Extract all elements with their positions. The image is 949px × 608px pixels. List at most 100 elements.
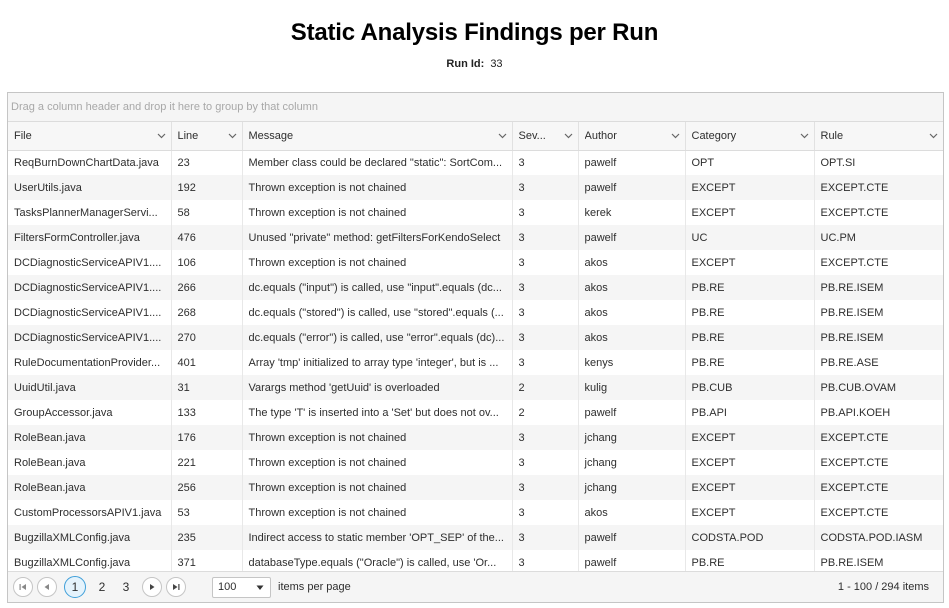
prev-page-button[interactable] — [37, 577, 57, 597]
table-row[interactable]: DCDiagnosticServiceAPIV1.... 270 dc.equals… — [8, 325, 943, 350]
page-size-select[interactable]: 100 — [212, 577, 271, 598]
column-menu-icon[interactable] — [564, 132, 573, 140]
run-id-line: Run Id: 33 — [0, 58, 949, 70]
table-row[interactable]: BugzillaXMLConfig.java 235 Indirect access… — [8, 525, 943, 550]
column-menu-icon[interactable] — [498, 132, 507, 140]
rule-cell: OPT.SI — [820, 156, 856, 169]
column-header-author[interactable]: Author — [578, 122, 686, 151]
page-button-1[interactable]: 1 — [64, 576, 86, 598]
pager-info: 1 - 100 / 294 items — [837, 581, 929, 593]
message-cell: Unused "private" method: getFiltersForKe… — [242, 225, 513, 250]
page-button-3[interactable]: 3 — [115, 576, 137, 598]
file-cell: DCDiagnosticServiceAPIV1.... — [8, 275, 172, 300]
category-cell: EXCEPT — [685, 250, 815, 275]
category-cell: EXCEPT — [685, 425, 815, 450]
rule-cell: EXCEPT.CTE — [820, 206, 889, 219]
category-cell: EXCEPT — [685, 500, 815, 525]
message-cell: Thrown exception is not chained — [242, 500, 513, 525]
severity-cell: 3 — [512, 225, 579, 250]
author-cell: kenys — [578, 350, 686, 375]
next-page-icon — [150, 584, 155, 590]
table-row[interactable]: DCDiagnosticServiceAPIV1.... 268 dc.equals… — [8, 300, 943, 325]
table-row[interactable]: RuleDocumentationProvider... 401 Array 'tm… — [8, 350, 943, 375]
category-cell: PB.RE — [685, 300, 815, 325]
line-cell: 235 — [171, 525, 243, 550]
category-cell: CODSTA.POD — [685, 525, 815, 550]
column-header-line[interactable]: Line — [171, 122, 243, 151]
rule-cell: PB.CUB.OVAM — [814, 375, 943, 400]
table-row[interactable]: RoleBean.java 176 Thrown exception is not … — [8, 425, 943, 450]
run-id-value: 33 — [490, 58, 503, 70]
table-row[interactable]: DCDiagnosticServiceAPIV1.... 266 dc.equals… — [8, 275, 943, 300]
message-cell: dc.equals ("stored") is called, use "sto… — [242, 300, 513, 325]
category-cell: PB.API — [685, 400, 815, 425]
message-cell: Thrown exception is not chained — [242, 250, 513, 275]
severity-cell: 2 — [512, 400, 579, 425]
category-cell: UC — [685, 225, 815, 250]
next-page-button[interactable] — [142, 577, 162, 597]
table-row[interactable]: FiltersFormController.java 476 Unused "pri… — [8, 225, 943, 250]
first-page-button[interactable] — [13, 577, 33, 597]
column-header-rule[interactable]: Rule — [814, 122, 943, 151]
column-menu-icon[interactable] — [800, 132, 809, 140]
table-body: ReqBurnDownChartData.java 23 Member class … — [8, 150, 943, 575]
last-page-icon — [173, 584, 180, 590]
message-cell: Thrown exception is not chained — [242, 425, 513, 450]
rule-cell: PB.API.KOEH — [820, 406, 891, 419]
pager: 1 2 3 100 items per page 1 - 100 / 294 i… — [8, 571, 943, 602]
category-cell: PB.RE — [685, 275, 815, 300]
column-menu-icon[interactable] — [671, 132, 680, 140]
column-header-severity[interactable]: Sev... — [512, 122, 579, 151]
author-cell: akos — [578, 300, 686, 325]
file-cell: RoleBean.java — [8, 425, 172, 450]
table-row[interactable]: GroupAccessor.java 133 The type 'T' is ins… — [8, 400, 943, 425]
table-row[interactable]: UserUtils.java 192 Thrown exception is not… — [8, 175, 943, 200]
message-cell: Thrown exception is not chained — [242, 175, 513, 200]
page-size-value: 100 — [218, 581, 237, 593]
table-row[interactable]: UuidUtil.java 31 Varargs method 'getUuid' … — [8, 375, 943, 400]
author-cell: akos — [578, 275, 686, 300]
column-menu-icon[interactable] — [929, 132, 938, 140]
column-header-category[interactable]: Category — [685, 122, 815, 151]
line-cell: 58 — [171, 200, 243, 225]
message-cell: The type 'T' is inserted into a 'Set' bu… — [242, 400, 513, 425]
chevron-down-icon — [256, 585, 264, 590]
rule-cell: EXCEPT.CTE — [814, 475, 943, 500]
column-menu-icon[interactable] — [157, 132, 166, 140]
severity-cell: 3 — [512, 175, 579, 200]
message-cell: Array 'tmp' initialized to array type 'i… — [242, 350, 513, 375]
message-cell: Thrown exception is not chained — [242, 450, 513, 475]
line-cell: 476 — [171, 225, 243, 250]
column-header-file[interactable]: File — [8, 122, 172, 151]
file-cell: DCDiagnosticServiceAPIV1.... — [8, 300, 172, 325]
table-row[interactable]: RoleBean.java 256 Thrown exception is not … — [8, 475, 943, 500]
last-page-button[interactable] — [166, 577, 186, 597]
first-page-icon — [19, 584, 26, 590]
column-header-message[interactable]: Message — [242, 122, 513, 151]
severity-cell: 3 — [512, 150, 579, 175]
category-cell: EXCEPT — [685, 475, 815, 500]
findings-table: File Line Message Sev... Author Category… — [8, 122, 943, 575]
run-id-label: Run Id: — [446, 58, 485, 70]
rule-cell: EXCEPT.CTE — [820, 506, 889, 519]
table-row[interactable]: ReqBurnDownChartData.java 23 Member class … — [8, 150, 943, 175]
rule-cell: EXCEPT.CTE — [814, 425, 943, 450]
severity-cell: 3 — [512, 525, 579, 550]
table-row[interactable]: DCDiagnosticServiceAPIV1.... 106 Thrown ex… — [8, 250, 943, 275]
file-cell: TasksPlannerManagerServi... — [8, 200, 172, 225]
column-menu-icon[interactable] — [228, 132, 237, 140]
severity-cell: 3 — [512, 500, 579, 525]
page-title: Static Analysis Findings per Run — [290, 19, 659, 46]
severity-cell: 3 — [512, 250, 579, 275]
severity-cell: 3 — [512, 350, 579, 375]
severity-cell: 3 — [512, 475, 579, 500]
rule-cell: CODSTA.POD.IASM — [814, 525, 943, 550]
line-cell: 23 — [171, 150, 243, 175]
table-row[interactable]: TasksPlannerManagerServi... 58 Thrown exce… — [8, 200, 943, 225]
page-button-2[interactable]: 2 — [91, 576, 113, 598]
table-row[interactable]: CustomProcessorsAPIV1.java 53 Thrown excep… — [8, 500, 943, 525]
line-cell: 192 — [171, 175, 243, 200]
group-drop-panel[interactable]: Drag a column header and drop it here to… — [8, 93, 943, 122]
table-row[interactable]: RoleBean.java 221 Thrown exception is not … — [8, 450, 943, 475]
prev-page-icon — [44, 584, 49, 590]
